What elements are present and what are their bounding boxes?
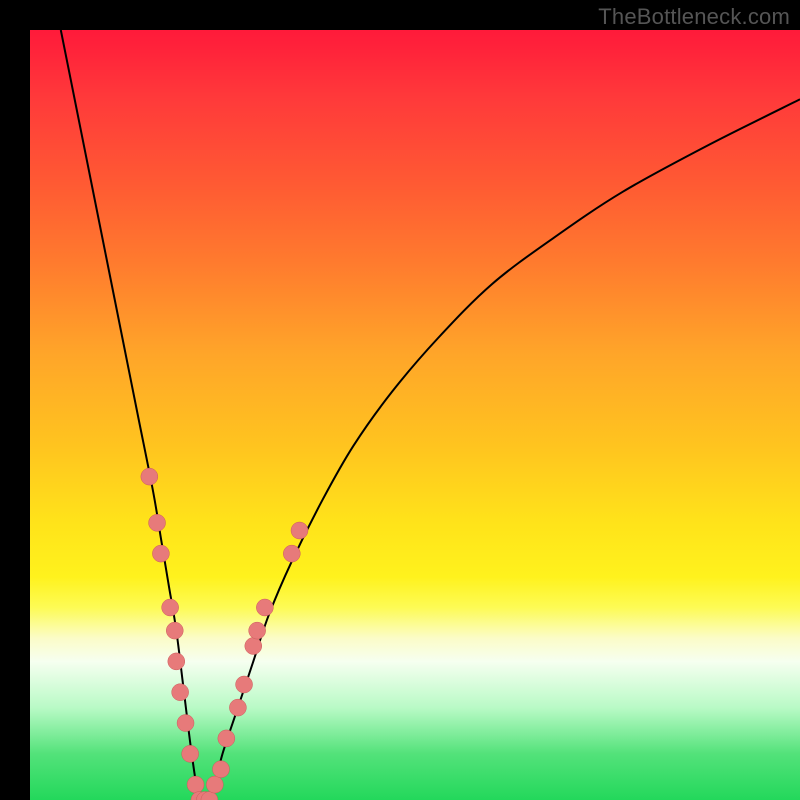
scatter-point: [249, 622, 266, 639]
scatter-point: [162, 599, 179, 616]
scatter-point: [187, 776, 204, 793]
watermark-text: TheBottleneck.com: [598, 4, 790, 30]
scatter-point: [166, 622, 183, 639]
scatter-point: [283, 545, 300, 562]
scatter-point: [182, 745, 199, 762]
bottleneck-curve: [30, 30, 800, 800]
scatter-point: [152, 545, 169, 562]
scatter-point: [168, 653, 185, 670]
scatter-point: [141, 468, 158, 485]
scatter-point: [212, 761, 229, 778]
scatter-point: [236, 676, 253, 693]
scatter-point: [291, 522, 308, 539]
scatter-point: [206, 776, 223, 793]
scatter-point: [172, 684, 189, 701]
plot-area: [30, 30, 800, 800]
chart-frame: TheBottleneck.com: [0, 0, 800, 800]
scatter-point: [177, 715, 194, 732]
scatter-point: [229, 699, 246, 716]
scatter-point: [245, 638, 262, 655]
curve-line: [61, 30, 800, 800]
scatter-point: [256, 599, 273, 616]
scatter-point: [218, 730, 235, 747]
scatter-point: [149, 514, 166, 531]
